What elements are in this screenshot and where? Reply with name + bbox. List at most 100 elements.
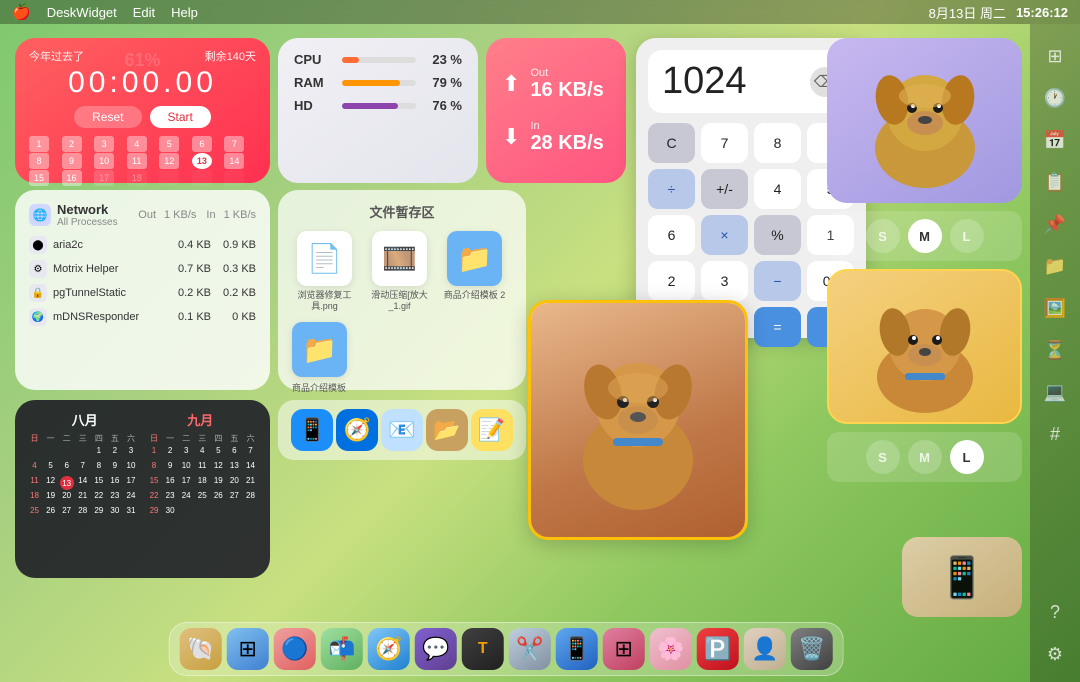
calc-btn-equals[interactable]: = — [754, 307, 801, 347]
cpu-stat-row: CPU 23 % — [294, 52, 462, 67]
calc-btn-c[interactable]: C — [648, 123, 695, 163]
dock-finder-icon[interactable]: 🐚 — [180, 628, 222, 670]
cpu-bar — [342, 57, 359, 63]
net-out-col-value: 1 KB/s — [164, 209, 196, 221]
cal-day-sun: 1 — [147, 446, 162, 460]
calc-btn-multiply[interactable]: × — [701, 215, 748, 255]
safari-icon[interactable]: 🧭 — [336, 409, 378, 451]
cal-day-sun: 25 — [27, 506, 42, 520]
calc-btn-percent[interactable]: % — [754, 215, 801, 255]
calc-btn-8[interactable]: 8 — [754, 123, 801, 163]
notes-icon[interactable]: 📝 — [471, 409, 513, 451]
calc-btn-plusminus[interactable]: +/- — [701, 169, 748, 209]
menu-help[interactable]: Help — [171, 5, 198, 20]
dock-mail-icon[interactable]: 📬 — [321, 628, 363, 670]
clipboard-bottom-file[interactable]: 📁 商品介绍模板 — [292, 322, 512, 394]
appstore-icon[interactable]: 📱 — [291, 409, 333, 451]
size-btn-s-top[interactable]: S — [866, 219, 900, 253]
apps-quick-row: 📱 🧭 📧 📂 📝 — [278, 400, 526, 460]
files-icon[interactable]: 📂 — [426, 409, 468, 451]
right-panel: S M L S M L — [827, 38, 1022, 482]
cal-day-empty — [59, 446, 74, 460]
dock-office-icon[interactable]: 🅿️ — [697, 628, 739, 670]
menubar: 🍎 DeskWidget Edit Help 8月13日 周二 15:26:12 — [0, 0, 1080, 24]
clipboard-file-item[interactable]: 📁 商品介绍模板 2 — [442, 231, 507, 312]
file-icon: 🎞️ — [372, 231, 427, 286]
dock-appstore-icon[interactable]: 📱 — [556, 628, 598, 670]
calc-btn-2[interactable]: 2 — [648, 261, 695, 301]
dock-launchpad-icon[interactable]: ⊞ — [227, 628, 269, 670]
dock-messages-icon[interactable]: 💬 — [415, 628, 457, 670]
cal-day: 1 — [91, 446, 106, 460]
start-button[interactable]: Start — [150, 106, 211, 128]
apple-menu[interactable]: 🍎 — [12, 3, 31, 21]
cal-day: 7 — [243, 446, 258, 460]
cal-day-sun: 4 — [27, 461, 42, 475]
cal-day: 4 — [195, 446, 210, 460]
clipboard-widget: 文件暂存区 📄 浏览器修复工具.png 🎞️ 滑动压缩[放大_1.gif 📁 商… — [278, 190, 526, 390]
cal-header-sun: 日 — [27, 433, 42, 444]
calc-btn-7[interactable]: 7 — [701, 123, 748, 163]
menubar-time: 15:26:12 — [1016, 5, 1068, 20]
dock-safari-icon[interactable]: 🧭 — [368, 628, 410, 670]
cal-day: 27 — [227, 491, 242, 505]
dock-contacts-icon[interactable]: 👤 — [744, 628, 786, 670]
sidebar-notes-icon[interactable]: 📋 — [1037, 164, 1073, 200]
calc-btn-divide[interactable]: ÷ — [648, 169, 695, 209]
cal-day: 8 — [91, 461, 106, 475]
small-dog-widget-bottom — [827, 269, 1022, 424]
sidebar-calendar-icon[interactable]: 📅 — [1037, 122, 1073, 158]
sidebar-grid-icon[interactable]: ⊞ — [1037, 38, 1073, 74]
sidebar-hourglass-icon[interactable]: ⏳ — [1037, 332, 1073, 368]
dock-chrome-icon[interactable]: 🔵 — [274, 628, 316, 670]
calc-btn-6[interactable]: 6 — [648, 215, 695, 255]
size-btn-l-top[interactable]: L — [950, 219, 984, 253]
mini-cal-cell: 3 — [94, 136, 114, 152]
mini-cal-cell: 18 — [127, 170, 147, 186]
size-btn-l-bottom[interactable]: L — [950, 440, 984, 474]
cal-day-sun: 8 — [147, 461, 162, 475]
clipboard-file-item[interactable]: 🎞️ 滑动压缩[放大_1.gif — [367, 231, 432, 312]
cal-header-fri: 五 — [227, 433, 242, 444]
ram-value: 79 % — [424, 75, 462, 90]
process-row: 🔒 pgTunnelStatic 0.2 KB 0.2 KB — [29, 284, 256, 302]
calc-btn-minus[interactable]: − — [754, 261, 801, 301]
system-stats-widget: CPU 23 % RAM 79 % HD 76 % — [278, 38, 478, 183]
size-btn-s-bottom[interactable]: S — [866, 440, 900, 474]
sidebar-photo-icon[interactable]: 🖼️ — [1037, 290, 1073, 326]
size-btn-m-top[interactable]: M — [908, 219, 942, 253]
app-name[interactable]: DeskWidget — [47, 5, 117, 20]
dock-typora-icon[interactable]: T — [462, 628, 504, 670]
sidebar-clock-icon[interactable]: 🕐 — [1037, 80, 1073, 116]
sidebar-pin-icon[interactable]: 📌 — [1037, 206, 1073, 242]
net-in-col-header: In — [206, 209, 215, 221]
hd-bar-container — [342, 103, 416, 109]
cal-day: 27 — [59, 506, 74, 520]
center-dog-widget — [528, 300, 748, 540]
sidebar-chip-icon[interactable]: 💻 — [1037, 374, 1073, 410]
size-btn-m-bottom[interactable]: M — [908, 440, 942, 474]
cal-day: 3 — [179, 446, 194, 460]
sidebar-settings-icon[interactable]: ⚙ — [1037, 636, 1073, 672]
sidebar-calc-icon[interactable]: # — [1037, 416, 1073, 452]
sidebar-folder-icon[interactable]: 📁 — [1037, 248, 1073, 284]
reset-button[interactable]: Reset — [74, 106, 141, 128]
dock-scissors-icon[interactable]: ✂️ — [509, 628, 551, 670]
sidebar-help-icon[interactable]: ? — [1037, 594, 1073, 630]
clipboard-file-item[interactable]: 📄 浏览器修复工具.png — [292, 231, 357, 312]
hd-label: HD — [294, 98, 334, 113]
cal-day: 14 — [75, 476, 90, 490]
august-calendar: 日 一 二 三 四 五 六 1 2 3 4 5 6 7 8 — [27, 433, 139, 520]
hd-stat-row: HD 76 % — [294, 98, 462, 113]
dock-trash-icon[interactable]: 🗑️ — [791, 628, 833, 670]
menu-edit[interactable]: Edit — [133, 5, 155, 20]
cal-day: 24 — [179, 491, 194, 505]
calc-btn-4[interactable]: 4 — [754, 169, 801, 209]
cal-day: 16 — [163, 476, 178, 490]
calc-btn-3[interactable]: 3 — [701, 261, 748, 301]
dock-photos-icon[interactable]: 🌸 — [650, 628, 692, 670]
mail-icon[interactable]: 📧 — [381, 409, 423, 451]
cal-day: 17 — [179, 476, 194, 490]
dock-grid-icon[interactable]: ⊞ — [603, 628, 645, 670]
cal-header-mon: 一 — [163, 433, 178, 444]
